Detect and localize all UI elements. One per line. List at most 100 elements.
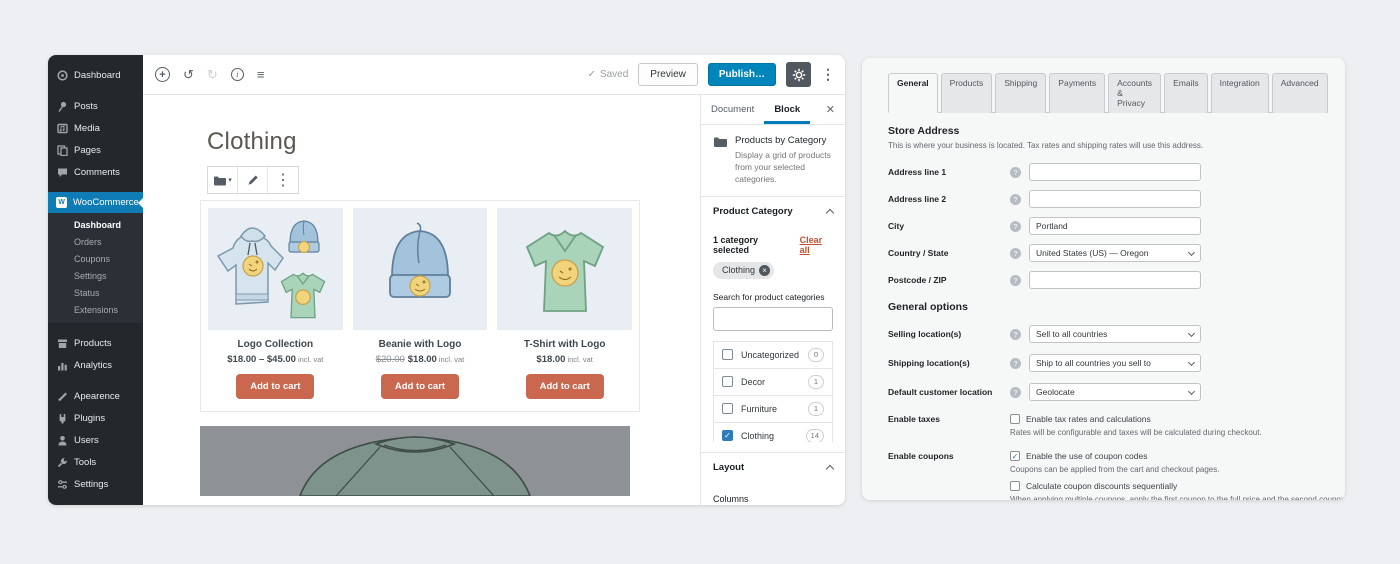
help-icon[interactable]	[1010, 220, 1021, 232]
help-icon[interactable]	[1010, 274, 1021, 286]
category-row-decor[interactable]: Decor 1	[714, 369, 832, 396]
tab-accounts-privacy[interactable]: Accounts & Privacy	[1108, 73, 1162, 113]
help-icon[interactable]	[1010, 247, 1021, 259]
chevron-down-icon	[1187, 358, 1196, 366]
sidebar-label: Posts	[74, 100, 98, 112]
coupons-description-2: When applying multiple coupons, apply th…	[1010, 495, 1345, 500]
checkbox-icon[interactable]	[1010, 414, 1020, 424]
settings-gear-button[interactable]	[786, 62, 811, 87]
sidebar-item-plugins[interactable]: Plugins	[48, 407, 143, 429]
add-to-cart-button[interactable]: Add to cart	[236, 374, 315, 399]
sidebar-item-analytics[interactable]: Analytics	[48, 354, 143, 376]
block-options-button[interactable]: ⋮	[268, 167, 298, 193]
default-customer-location-select[interactable]: Geolocate	[1029, 383, 1201, 401]
tab-block[interactable]: Block	[764, 95, 810, 124]
sidebar-item-products[interactable]: Products	[48, 332, 143, 354]
checkbox-icon[interactable]	[722, 376, 733, 388]
sidebar-item-appearance[interactable]: Apearence	[48, 385, 143, 407]
category-chip[interactable]: Clothing ×	[713, 261, 775, 279]
sidebar-item-collapse-menu[interactable]: ◄ Colapse menu	[48, 504, 143, 505]
block-inserter-icon[interactable]: +	[155, 67, 170, 82]
image-block-sweater[interactable]	[200, 426, 630, 496]
columns-label: Columns	[713, 493, 749, 504]
tab-products[interactable]: Products	[940, 73, 993, 113]
tab-payments[interactable]: Payments	[1049, 73, 1106, 113]
help-icon[interactable]	[1010, 193, 1021, 205]
submenu-item-settings[interactable]: Settings	[48, 267, 143, 284]
page-title[interactable]: Clothing	[207, 128, 700, 156]
gear-icon	[792, 68, 805, 81]
tab-integration[interactable]: Integration	[1210, 73, 1269, 113]
sidebar-item-woocommerce[interactable]: WooCommerce	[48, 192, 143, 213]
sidebar-item-posts[interactable]: Posts	[48, 95, 143, 117]
sidebar-item-pages[interactable]: Pages	[48, 139, 143, 161]
submenu-item-extensions[interactable]: Extensions	[48, 301, 143, 318]
selling-locations-select[interactable]: Sell to all countries	[1029, 325, 1201, 343]
product-price: $18.00 incl. vat	[536, 354, 593, 365]
product-card: T-Shirt with Logo $18.00 incl. vat Add to…	[497, 208, 632, 404]
city-input[interactable]	[1029, 217, 1201, 235]
add-to-cart-button[interactable]: Add to cart	[380, 374, 460, 399]
submenu-item-coupons[interactable]: Coupons	[48, 250, 143, 267]
product-name[interactable]: T-Shirt with Logo	[524, 339, 606, 350]
preview-button[interactable]: Preview	[638, 63, 698, 86]
panel-layout[interactable]: Layout	[701, 451, 845, 482]
address-line-2-input[interactable]	[1029, 190, 1201, 208]
product-name[interactable]: Logo Collection	[238, 339, 314, 350]
checkbox-icon[interactable]	[1010, 481, 1020, 491]
sidebar-item-users[interactable]: Users	[48, 429, 143, 451]
category-search-input[interactable]	[713, 306, 833, 331]
help-icon[interactable]	[1010, 386, 1021, 398]
clear-all-link[interactable]: Clear all	[800, 235, 833, 255]
more-options-icon[interactable]: ⋮	[821, 66, 835, 83]
sidebar-item-comments[interactable]: Comments	[48, 161, 143, 183]
sidebar-item-settings[interactable]: Settings	[48, 473, 143, 495]
checkbox-icon[interactable]	[722, 349, 733, 361]
block-type-button[interactable]: ▾	[208, 167, 238, 193]
tab-shipping[interactable]: Shipping	[995, 73, 1047, 113]
sidebar-item-tools[interactable]: Tools	[48, 451, 143, 473]
field-city: City	[888, 217, 1345, 235]
help-icon[interactable]	[1010, 166, 1021, 178]
settings-tabs: General Products Shipping Payments Accou…	[888, 73, 1328, 113]
category-row-furniture[interactable]: Furniture 1	[714, 396, 832, 423]
product-name[interactable]: Beanie with Logo	[379, 339, 462, 350]
close-icon[interactable]: ✕	[826, 103, 835, 116]
add-to-cart-button[interactable]: Add to cart	[525, 374, 604, 399]
products-by-category-block[interactable]: Logo Collection $18.00 – $45.00 incl. vat…	[200, 200, 640, 412]
submenu-item-dashboard[interactable]: Dashboard	[48, 216, 143, 233]
publish-button[interactable]: Publish…	[707, 63, 776, 86]
edit-button[interactable]	[238, 167, 268, 193]
help-icon[interactable]	[1010, 328, 1021, 340]
category-list[interactable]: Uncategorized 0 Decor 1 Furniture 1 ✓ Cl…	[713, 340, 833, 442]
shipping-locations-select[interactable]: Ship to all countries you sell to	[1029, 354, 1201, 372]
checkbox-icon[interactable]	[722, 403, 733, 415]
tab-document[interactable]: Document	[701, 95, 764, 124]
submenu-item-status[interactable]: Status	[48, 284, 143, 301]
category-row-uncategorized[interactable]: Uncategorized 0	[714, 342, 832, 369]
product-category-body: 1 category selected Clear all Clothing ×…	[701, 226, 845, 442]
category-row-clothing[interactable]: Clothing 14	[714, 423, 832, 442]
appearance-icon	[56, 390, 68, 402]
undo-icon[interactable]: ↺	[183, 68, 194, 81]
country-state-select[interactable]: United States (US) — Oregon	[1029, 244, 1201, 262]
count-badge: 1	[808, 374, 824, 389]
sidebar-item-media[interactable]: Media	[48, 117, 143, 139]
product-card: Logo Collection $18.00 – $45.00 incl. vat…	[208, 208, 343, 404]
tab-general[interactable]: General	[888, 73, 938, 113]
help-icon[interactable]	[1010, 357, 1021, 369]
tab-emails[interactable]: Emails	[1164, 73, 1208, 113]
content-structure-icon[interactable]	[230, 68, 244, 81]
address-line-1-input[interactable]	[1029, 163, 1201, 181]
block-navigation-icon[interactable]: ≡	[257, 68, 265, 81]
remove-chip-icon[interactable]: ×	[759, 264, 771, 276]
checkbox-checked-icon[interactable]	[722, 430, 733, 442]
postcode-input[interactable]	[1029, 271, 1201, 289]
submenu-item-orders[interactable]: Orders	[48, 233, 143, 250]
tools-icon	[56, 456, 68, 468]
panel-product-category[interactable]: Product Category	[701, 197, 845, 226]
tab-advanced[interactable]: Advanced	[1271, 73, 1328, 113]
checkbox-checked-icon[interactable]	[1010, 451, 1020, 461]
sidebar-item-dashboard[interactable]: Dashboard	[48, 64, 143, 86]
redo-icon[interactable]: ↻	[207, 68, 218, 81]
